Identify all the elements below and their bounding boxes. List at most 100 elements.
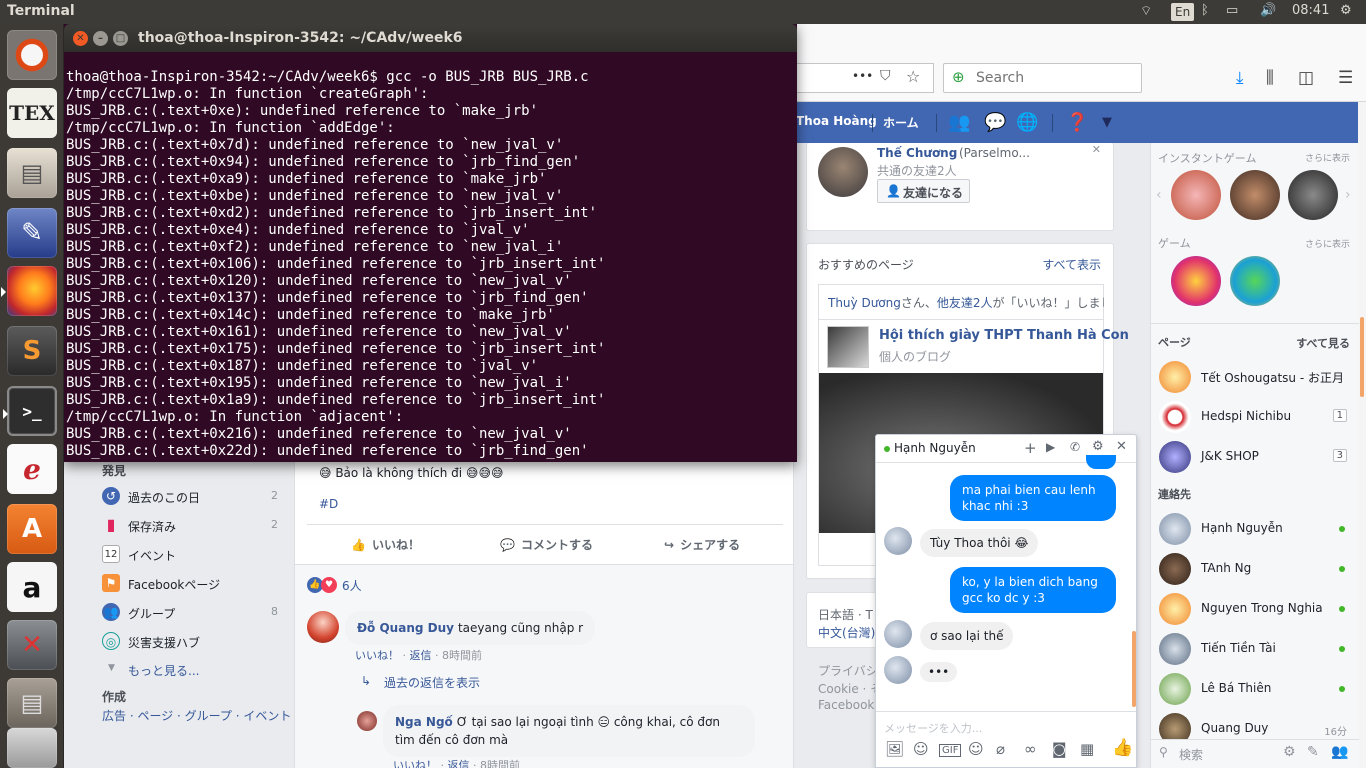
commenter-avatar[interactable] [357, 711, 377, 731]
bookmark-star-icon[interactable]: ☆ [906, 67, 920, 86]
pocket-icon[interactable]: ⛉ [880, 68, 891, 84]
footer-privacy[interactable]: プライバシ [818, 662, 878, 679]
pages-see-all[interactable]: すべて見る [1296, 335, 1350, 351]
page-name[interactable]: Hội thích giày THPT Thanh Hà Con [879, 328, 1129, 343]
nav-crisis-response[interactable]: ◎ 災害支援ハブ [102, 632, 292, 654]
friend-avatar[interactable] [818, 147, 868, 197]
contact-avatar[interactable] [884, 656, 912, 684]
chat-options-icon[interactable]: ⚙ [1092, 439, 1104, 454]
maximize-window-button[interactable]: □ [113, 31, 128, 46]
attachment-icon[interactable]: ⌀ [996, 740, 1005, 758]
footer-cookie[interactable]: Cookie · そ [818, 680, 882, 697]
language-chinese[interactable]: 中文(台灣) [818, 624, 875, 641]
trash-icon[interactable] [7, 728, 57, 768]
search-engine-icon[interactable]: ⊕ [952, 68, 965, 86]
nav-events[interactable]: 12 イベント [102, 545, 292, 567]
nav-on-this-day[interactable]: ↺ 過去のこの日 2 [102, 487, 292, 509]
evince-icon[interactable]: ℯ [7, 444, 57, 494]
page-thumbnail[interactable] [827, 326, 869, 368]
gif-icon[interactable]: GIF [939, 744, 962, 757]
chat-contact-name[interactable]: Hạnh Nguyễn [894, 441, 976, 455]
wifi-icon[interactable]: ⌔ [1140, 3, 1152, 19]
nav-see-more[interactable]: ▼ もっと見る... [102, 660, 292, 682]
create-links[interactable]: 広告 · ページ · グループ · イベント [102, 707, 292, 725]
account-menu-icon[interactable]: ▼ [1102, 115, 1112, 130]
firefox-icon[interactable] [1, 266, 57, 316]
games-icon[interactable]: ▦ [1080, 740, 1094, 758]
profile-link[interactable]: Thoa Hoàng [796, 114, 877, 128]
help-icon[interactable]: ❓ [1066, 112, 1088, 133]
friend-name[interactable]: Thế Chương [877, 146, 957, 160]
sticker-icon[interactable]: ☺ [913, 740, 929, 758]
bluetooth-icon[interactable]: ᛒ [1201, 3, 1209, 18]
comment-reply-link[interactable]: 返信 [448, 759, 470, 768]
terminal-title-bar[interactable]: ✕ – □ thoa@thoa-Inspiron-3542: ~/CAdv/we… [64, 24, 797, 52]
contact-item[interactable]: Hạnh Nguyễn [1159, 511, 1355, 547]
files-icon[interactable]: ▤ [7, 148, 57, 198]
add-person-icon[interactable]: + [1024, 439, 1037, 457]
search-box[interactable]: ⊕ Search [943, 63, 1142, 93]
carousel-next-icon[interactable]: › [1345, 187, 1351, 203]
scrollbar-thumb[interactable] [1360, 317, 1364, 397]
terminal-window[interactable]: ✕ – □ thoa@thoa-Inspiron-3542: ~/CAdv/we… [64, 24, 797, 462]
game-bird-icon[interactable] [1230, 256, 1280, 306]
minimize-window-button[interactable]: – [93, 31, 108, 46]
contact-avatar[interactable] [884, 620, 912, 648]
games-more[interactable]: さらに表示 [1305, 237, 1350, 250]
system-settings-icon[interactable]: ✕ [7, 620, 57, 670]
texmaker-icon[interactable]: TEX [7, 88, 57, 138]
chat-settings-icon[interactable]: ⚙ [1283, 744, 1296, 760]
menu-icon[interactable]: ☰ [1338, 68, 1353, 88]
text-editor-icon[interactable]: ✎ [7, 208, 57, 258]
notifications-globe-icon[interactable]: 🌐 [1016, 112, 1038, 133]
comment-button[interactable]: 💬 コメントする [500, 536, 593, 553]
commenter-avatar[interactable] [307, 611, 339, 643]
home-link[interactable]: ホーム [883, 114, 919, 131]
game-uno-icon[interactable] [1171, 170, 1221, 220]
comment-author[interactable]: Đỗ Quang Duy [357, 621, 454, 635]
contact-item[interactable]: TAnh Ng [1159, 551, 1355, 587]
nav-pages[interactable]: ⚑ Facebookページ [102, 574, 292, 596]
comment-like-link[interactable]: いいね！ [393, 759, 437, 768]
footer-facebook[interactable]: Facebook [818, 698, 874, 712]
volume-icon[interactable]: 🔊 [1260, 3, 1276, 18]
view-replies-link[interactable]: 過去の返信を表示 [384, 674, 480, 691]
page-scrollbar[interactable] [1358, 102, 1366, 768]
nav-groups[interactable]: 👥 グループ 8 [102, 603, 292, 625]
comment-reply-link[interactable]: 返信 [410, 649, 432, 662]
url-bar[interactable]: ••• ⛉ ☆ [796, 63, 934, 93]
dash-icon[interactable] [7, 30, 57, 80]
emoji-icon[interactable]: ☺ [968, 740, 984, 758]
chat-search-bar[interactable]: ⚲ 検索 ⚙ ✎ 👥 [1151, 739, 1359, 768]
terminal-icon[interactable]: >_ [3, 386, 57, 436]
thumbs-up-send-icon[interactable]: 👍 [1112, 738, 1133, 758]
liked-by-others[interactable]: 他友達2人 [937, 296, 993, 310]
contact-avatar[interactable] [884, 527, 912, 555]
link-icon[interactable]: ∞ [1024, 740, 1037, 758]
comment-author[interactable]: Nga Ngố [395, 715, 453, 729]
nav-saved[interactable]: ▮ 保存済み 2 [102, 516, 292, 538]
sublime-text-icon[interactable]: S [7, 326, 57, 376]
page-item[interactable]: Tết Oshougatsu - お正月 [1159, 359, 1355, 395]
amazon-icon[interactable]: a [7, 562, 57, 612]
photo-icon[interactable]: 🖼 [885, 740, 904, 758]
close-icon[interactable]: ✕ [1092, 143, 1101, 156]
workspace-switcher-icon[interactable]: ▤ [7, 678, 57, 728]
liked-by-name[interactable]: Thuỳ Dương [828, 296, 901, 310]
game-candy-icon[interactable] [1171, 256, 1221, 306]
close-chat-icon[interactable]: ✕ [1116, 439, 1127, 454]
create-group-icon[interactable]: 👥 [1331, 744, 1348, 760]
page-item[interactable]: J&K SHOP 3 [1159, 439, 1355, 475]
battery-icon[interactable]: ▭ [1226, 3, 1238, 18]
close-window-button[interactable]: ✕ [73, 31, 88, 46]
downloads-icon[interactable]: ⤓ [1236, 68, 1244, 88]
messenger-icon[interactable]: 💬 [984, 112, 1006, 133]
new-message-icon[interactable]: ✎ [1307, 744, 1319, 760]
clock[interactable]: 08:41 [1292, 3, 1329, 18]
like-button[interactable]: 👍 いいね！ [351, 536, 420, 553]
page-actions-icon[interactable]: ••• [852, 69, 873, 83]
chat-scrollbar[interactable] [1132, 631, 1136, 707]
reaction-count[interactable]: 6人 [342, 577, 362, 594]
contact-item[interactable]: Tiến Tiền Tài [1159, 631, 1355, 667]
post-hashtag[interactable]: #D [319, 497, 338, 511]
